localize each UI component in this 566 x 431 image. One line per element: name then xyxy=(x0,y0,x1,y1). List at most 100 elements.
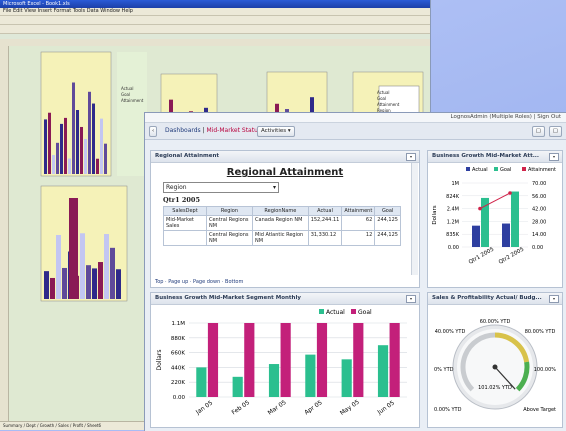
breadcrumb-current: Mid-Market Status xyxy=(206,127,261,134)
bar-actual xyxy=(341,359,352,397)
col-header[interactable]: Region xyxy=(205,206,254,216)
listbox-item[interactable]: Attainment xyxy=(121,98,143,104)
excel-bar xyxy=(50,277,55,299)
excel-bar xyxy=(110,247,115,299)
excel-bar xyxy=(80,126,83,174)
excel-bar xyxy=(116,269,121,299)
y-tick-label: 0.00 xyxy=(448,245,459,251)
region-select-value: Region xyxy=(166,184,187,191)
col-header[interactable]: RegionName xyxy=(252,206,309,216)
gauge-label: Above Target xyxy=(523,407,556,413)
x-tick-label: Apr 05 xyxy=(303,399,323,416)
table-cell xyxy=(163,230,207,246)
x-tick-label: Mar 05 xyxy=(267,399,288,417)
excel-bar xyxy=(56,234,61,299)
gauge-label: 100.00% xyxy=(534,367,556,373)
region-select[interactable]: Region ▾ xyxy=(163,182,279,193)
nav-bar: ‹ Dashboards | Mid-Market Status Activit… xyxy=(145,123,566,140)
panel-menu-icon[interactable]: ▾ xyxy=(549,295,559,303)
x-tick-label: Qtr2 2005 xyxy=(498,246,526,265)
excel-bar xyxy=(62,267,67,299)
period-label: Qtr1 2005 xyxy=(163,196,200,204)
bar-goal xyxy=(353,323,364,397)
growth-attainment-panel: Business Growth Mid-Market Att... ▾ Actu… xyxy=(427,150,563,288)
x-tick-label: May 05 xyxy=(339,399,361,417)
pager-bottom[interactable]: Bottom xyxy=(225,279,243,285)
excel-bar xyxy=(92,268,97,299)
pager-page-up[interactable]: Page up xyxy=(168,279,188,285)
pager-page-down[interactable]: Page down xyxy=(193,279,220,285)
regional-attainment-panel: Regional Attainment ▾ Regional Attainmen… xyxy=(150,150,420,288)
excel-menubar[interactable]: File Edit View Insert Format Tools Data … xyxy=(0,8,430,16)
panel-title: Business Growth Mid-Market Segment Month… xyxy=(151,293,419,305)
window-icon-a[interactable]: ▢ xyxy=(531,126,545,137)
table-cell: 12 xyxy=(341,230,376,246)
excel-bar xyxy=(96,158,99,174)
bar-actual xyxy=(268,364,280,397)
table-cell: Canada Region NM xyxy=(252,215,309,231)
x-tick-label: Feb 05 xyxy=(231,399,252,416)
table-cell: Mid-Market Sales xyxy=(163,215,207,231)
panel-menu-icon[interactable]: ▾ xyxy=(406,295,416,303)
legend-label-actual: Actual xyxy=(326,309,345,316)
col-header[interactable]: Actual xyxy=(307,206,343,216)
legend-swatch xyxy=(494,167,498,171)
gauge-label: 60.00% YTD xyxy=(480,319,511,325)
gauge-label: 0% YTD xyxy=(434,367,454,373)
bar-actual xyxy=(196,367,207,397)
legend-label: Attainment xyxy=(528,167,556,173)
panel-menu-icon[interactable]: ▾ xyxy=(549,153,559,161)
excel-bar xyxy=(92,103,95,174)
excel-bar xyxy=(88,91,91,174)
y-axis-label: Dollars xyxy=(156,350,163,371)
excel-row-headers xyxy=(0,46,9,422)
excel-bar xyxy=(72,82,75,174)
y-axis-label: Dollars xyxy=(432,205,438,224)
excel-small-list[interactable]: Actual Goal Attainment xyxy=(121,86,143,104)
y-tick-label: 1M xyxy=(452,181,460,187)
bar-goal xyxy=(316,323,328,397)
col-header[interactable]: Goal xyxy=(374,206,401,216)
chevron-down-icon: ▾ xyxy=(272,184,276,191)
bar-goal xyxy=(481,197,489,247)
pager-top[interactable]: Top xyxy=(155,279,163,285)
table-row: Central Regions NM Mid Atlantic Region N… xyxy=(163,230,401,246)
excel-bar xyxy=(76,110,79,174)
profitability-panel: Sales & Profitability Actual/ Budg... ▾ … xyxy=(427,292,563,428)
panel-menu-icon[interactable]: ▾ xyxy=(406,153,416,161)
table-cell: 152,244.11 xyxy=(307,215,343,231)
regional-heading: Regional Attainment xyxy=(226,167,344,178)
excel-toolbar-format[interactable] xyxy=(0,25,430,34)
excel-bar xyxy=(44,271,49,299)
excel-bar xyxy=(52,155,55,174)
y-tick-label: 660K xyxy=(171,351,185,357)
excel-bar xyxy=(48,112,51,174)
attainment-point xyxy=(478,206,482,211)
back-button[interactable]: ‹ xyxy=(149,126,158,137)
table-cell: 62 xyxy=(341,215,376,231)
excel-bar xyxy=(100,118,103,174)
vertical-scrollbar[interactable] xyxy=(411,163,418,275)
attainment-point xyxy=(508,191,512,195)
excel-bar xyxy=(68,158,71,174)
breadcrumb-root[interactable]: Dashboards xyxy=(165,127,201,134)
window-icon-b[interactable]: ▢ xyxy=(548,126,562,137)
table-cell: Mid Atlantic Region NM xyxy=(252,230,309,246)
panel-title: Business Growth Mid-Market Att... xyxy=(428,151,562,163)
table-row: Mid-Market Sales Central Regions NM Cana… xyxy=(163,215,401,231)
activities-button[interactable]: Activities ▾ xyxy=(257,126,295,137)
panel-title: Regional Attainment xyxy=(151,151,419,163)
legend-label-goal: Goal xyxy=(358,309,372,316)
legend-label: Goal xyxy=(500,167,511,173)
table-cell: Central Regions NM xyxy=(205,215,254,231)
col-header[interactable]: SalesDept xyxy=(163,206,207,216)
col-header[interactable]: Attainment xyxy=(341,206,376,216)
bar-goal xyxy=(511,191,519,247)
panel-title: Sales & Profitability Actual/ Budg... xyxy=(428,293,562,305)
table-cell: Central Regions NM xyxy=(205,230,254,246)
user-bar[interactable]: LognosAdmin (Multiple Roles) | Sign Out xyxy=(145,113,566,123)
excel-bar xyxy=(64,117,67,174)
x-tick-label: Qtr1 2005 xyxy=(468,246,496,265)
excel-toolbar-standard[interactable] xyxy=(0,16,430,25)
gauge-label: 40.00% YTD xyxy=(435,329,466,335)
